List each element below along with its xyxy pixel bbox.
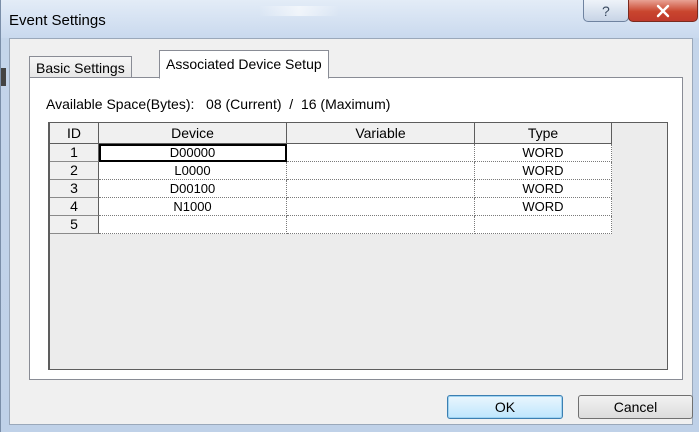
ok-button[interactable]: OK	[447, 395, 563, 419]
frame-edge	[1, 68, 6, 86]
grid-header: ID Device Variable Type	[50, 123, 612, 144]
table-row[interactable]: 2 L0000 WORD	[50, 162, 612, 180]
tab-associated-device-setup[interactable]: Associated Device Setup	[159, 50, 329, 79]
help-icon: ?	[602, 3, 610, 19]
row-id-cell[interactable]: 2	[50, 162, 99, 180]
available-space-label: Available Space(Bytes): 08 (Current) / 1…	[46, 96, 391, 112]
column-header-type[interactable]: Type	[475, 123, 612, 144]
device-cell[interactable]: D00100	[99, 180, 287, 198]
tab-basic-settings[interactable]: Basic Settings	[29, 56, 132, 78]
variable-cell[interactable]	[287, 180, 475, 198]
type-cell[interactable]: WORD	[475, 162, 612, 180]
device-cell[interactable]: D00000	[99, 144, 287, 162]
close-button[interactable]	[628, 0, 698, 22]
device-grid[interactable]: ID Device Variable Type 1 D00000 WORD 2 …	[48, 122, 668, 370]
type-cell[interactable]: WORD	[475, 198, 612, 216]
type-cell[interactable]: WORD	[475, 144, 612, 162]
variable-cell[interactable]	[287, 198, 475, 216]
cancel-button[interactable]: Cancel	[578, 395, 693, 419]
type-cell[interactable]: WORD	[475, 180, 612, 198]
row-id-cell[interactable]: 1	[50, 144, 99, 162]
row-id-cell[interactable]: 5	[50, 216, 99, 234]
type-cell[interactable]	[475, 216, 612, 234]
table-row[interactable]: 1 D00000 WORD	[50, 144, 612, 162]
window-title: Event Settings	[9, 12, 106, 29]
variable-cell[interactable]	[287, 162, 475, 180]
table-row[interactable]: 5	[50, 216, 612, 234]
column-header-id[interactable]: ID	[50, 123, 99, 144]
device-cell[interactable]	[99, 216, 287, 234]
device-cell[interactable]: N1000	[99, 198, 287, 216]
row-id-cell[interactable]: 4	[50, 198, 99, 216]
title-bar[interactable]: Event Settings ?	[1, 0, 699, 38]
title-bar-glare	[259, 6, 339, 16]
close-icon	[656, 4, 670, 17]
column-header-device[interactable]: Device	[99, 123, 287, 144]
table-row[interactable]: 4 N1000 WORD	[50, 198, 612, 216]
device-cell[interactable]: L0000	[99, 162, 287, 180]
svg-text:?: ?	[602, 3, 610, 19]
event-settings-window: Event Settings ? Basic Settings Associat…	[0, 0, 699, 432]
row-id-cell[interactable]: 3	[50, 180, 99, 198]
variable-cell[interactable]	[287, 144, 475, 162]
table-row[interactable]: 3 D00100 WORD	[50, 180, 612, 198]
variable-cell[interactable]	[287, 216, 475, 234]
column-header-variable[interactable]: Variable	[287, 123, 475, 144]
help-button[interactable]: ?	[583, 0, 629, 22]
